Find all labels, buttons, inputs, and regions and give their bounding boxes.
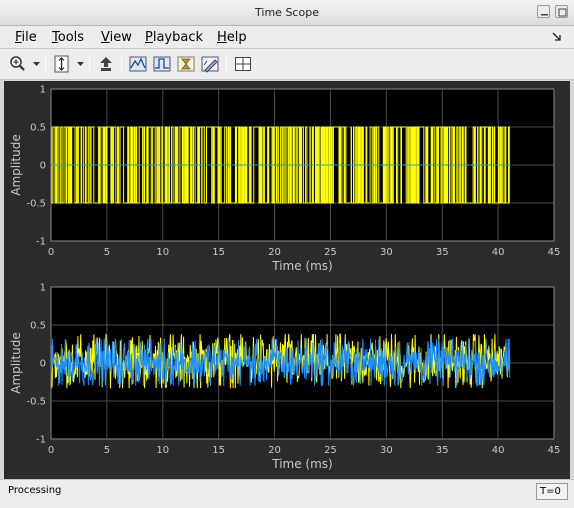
cursor-measurements-icon — [177, 56, 195, 72]
y-tick-label: -1 — [36, 237, 46, 248]
x-tick-label: 20 — [268, 445, 281, 456]
x-tick-label: 35 — [436, 445, 449, 456]
x-tick-label: 45 — [548, 247, 561, 258]
y-tick-label: 1 — [40, 85, 46, 96]
x-tick-label: 30 — [380, 247, 393, 258]
signal-stats-button[interactable] — [127, 53, 149, 75]
bilevel-measurements-icon — [153, 56, 171, 72]
x-tick-label: 35 — [436, 247, 449, 258]
title-bar: Time Scope — [0, 0, 574, 26]
layout-grid-icon — [235, 57, 251, 71]
x-tick-label: 10 — [156, 247, 169, 258]
x-axis-label: Time (ms) — [271, 457, 333, 471]
y-tick-label: 0 — [40, 161, 46, 172]
y-tick-label: 0.5 — [30, 321, 46, 332]
menu-tools[interactable]: Tools — [52, 30, 84, 45]
y-tick-label: -0.5 — [26, 397, 46, 408]
maximize-icon — [558, 8, 567, 17]
signal-stats-icon — [129, 56, 147, 72]
x-tick-label: 15 — [212, 247, 225, 258]
toolbar-separator — [121, 54, 122, 74]
zoom-in-icon — [10, 56, 25, 71]
axes-2: 10.50-0.5-10 5 10 15 20 25 30 35 40 45Time (ms)Am… — [9, 283, 560, 472]
x-tick-label: 40 — [492, 247, 505, 258]
scale-axes-icon — [54, 55, 69, 73]
y-tick-label: 0 — [40, 359, 46, 370]
y-tick-label: -0.5 — [26, 199, 46, 210]
bilevel-measurements-button[interactable] — [151, 53, 173, 75]
x-tick-label: 25 — [324, 247, 337, 258]
peak-finder-button[interactable] — [199, 53, 221, 75]
menu-help[interactable]: Help — [217, 30, 247, 45]
step-back-button[interactable] — [95, 53, 117, 75]
minimize-icon — [541, 14, 548, 16]
zoom-in-button[interactable] — [7, 53, 29, 75]
y-tick-label: 0.5 — [30, 123, 46, 134]
window-title: Time Scope — [255, 6, 319, 19]
x-tick-label: 25 — [324, 445, 337, 456]
scope-display: 1 0.5 0 -0.5 -1 0 5 10 15 20 25 30 35 40 45 Time (ms) Am… — [4, 81, 570, 479]
x-tick-label: 0 — [48, 445, 54, 456]
x-tick-label: 15 — [212, 445, 225, 456]
status-text: Processing — [8, 485, 62, 496]
layout-grid-button[interactable] — [232, 53, 254, 75]
peak-finder-icon — [201, 56, 219, 73]
toolbar-separator — [89, 54, 90, 74]
y-tick-label: 1 — [40, 283, 46, 294]
toolbar-separator — [226, 54, 227, 74]
x-tick-label: 5 — [104, 445, 110, 456]
toolbar — [0, 49, 574, 80]
menu-playback[interactable]: Playback — [145, 30, 203, 45]
dock-arrow-icon[interactable] — [552, 32, 562, 42]
minimize-button[interactable] — [537, 5, 550, 18]
simulation-time: T=0 — [536, 483, 568, 500]
x-tick-label: 40 — [492, 445, 505, 456]
maximize-button[interactable] — [555, 5, 568, 18]
toolbar-separator — [45, 54, 46, 74]
status-bar: Processing T=0 — [0, 479, 574, 508]
x-axis-label: Time (ms) — [271, 259, 333, 273]
x-tick-label: 30 — [380, 445, 393, 456]
cursor-measurements-button[interactable] — [175, 53, 197, 75]
y-axis-label: Amplitude — [9, 332, 23, 394]
menu-file[interactable]: File — [15, 30, 37, 45]
menu-view[interactable]: View — [101, 30, 132, 45]
scope-plots: 10.50-0.5-10 5 10 15 20 25 30 35 40 45Time (ms)Am… — [9, 85, 560, 472]
x-tick-label: 0 — [48, 247, 54, 258]
step-back-icon — [100, 57, 112, 71]
axes-1: 10.50-0.5-10 5 10 15 20 25 30 35 40 45Time (ms)Am… — [9, 85, 560, 274]
x-tick-label: 20 — [268, 247, 281, 258]
signal-traces — [51, 126, 510, 204]
menu-bar: File Tools View Playback Help — [0, 26, 574, 49]
zoom-dropdown-icon[interactable] — [33, 62, 40, 67]
x-tick-label: 10 — [156, 445, 169, 456]
y-tick-label: -1 — [36, 435, 46, 446]
x-tick-label: 45 — [548, 445, 561, 456]
scale-dropdown-icon[interactable] — [77, 62, 84, 67]
x-tick-label: 5 — [104, 247, 110, 258]
scale-axes-button[interactable] — [51, 53, 73, 75]
y-axis-label: Amplitude — [9, 134, 23, 196]
